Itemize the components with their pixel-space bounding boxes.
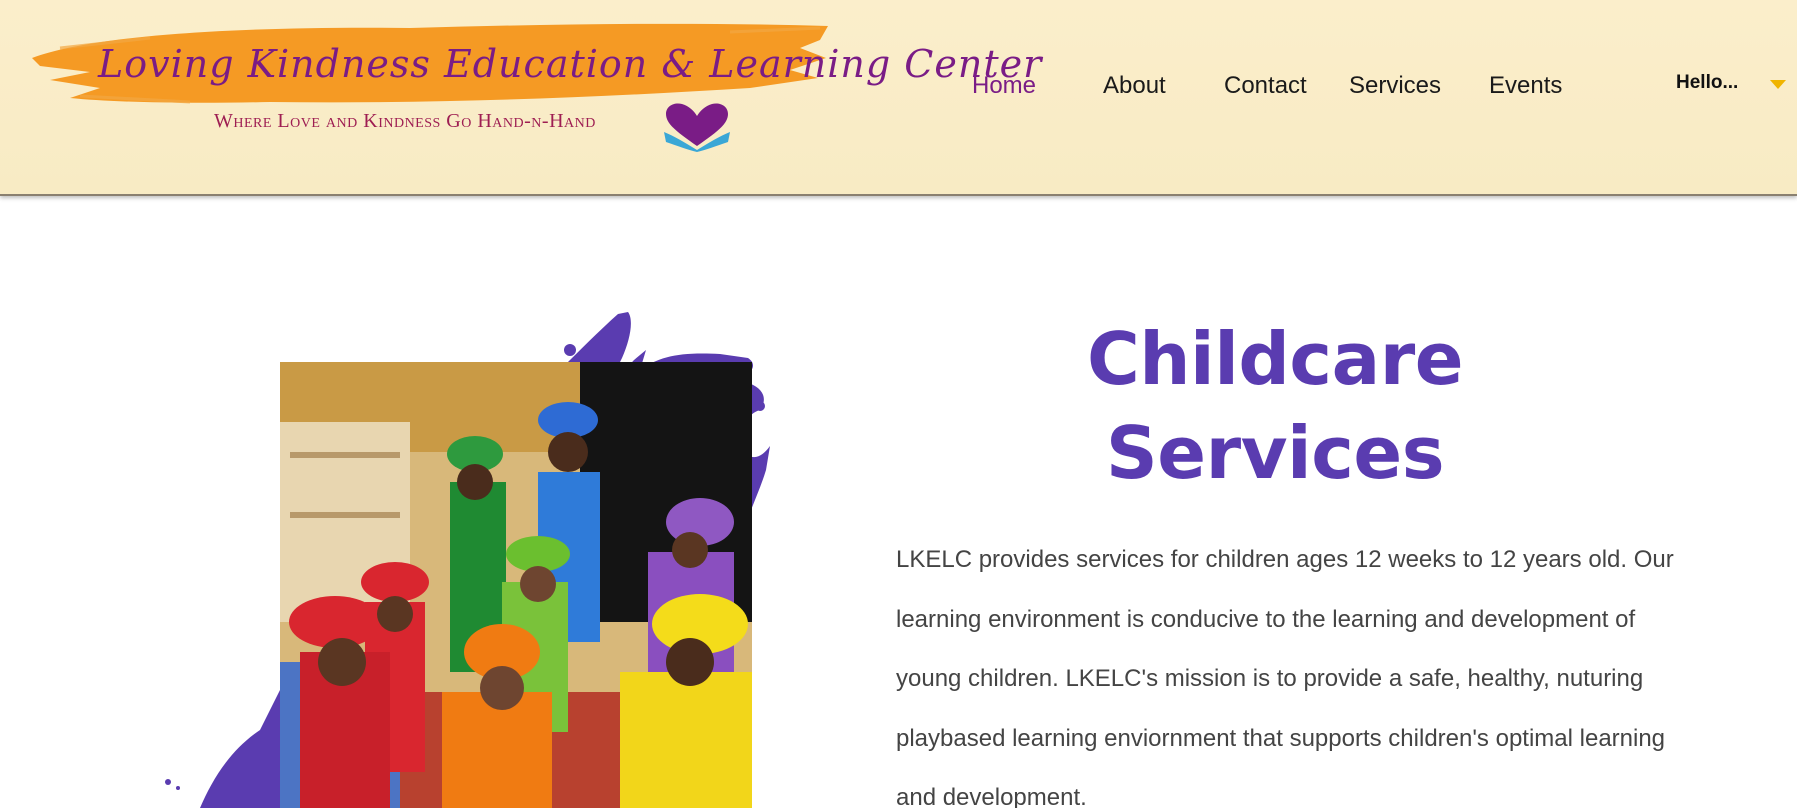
site-logo[interactable]: Loving Kindness Education & Learning Cen… xyxy=(30,18,1041,153)
site-header: Loving Kindness Education & Learning Cen… xyxy=(0,0,1797,196)
nav-item-about[interactable]: About xyxy=(1103,72,1166,100)
heart-hands-icon xyxy=(664,103,730,152)
services-description: LKELC provides services for children age… xyxy=(896,546,1674,808)
nav-item-contact[interactable]: Contact xyxy=(1224,72,1307,100)
user-menu-button[interactable]: Hello... xyxy=(1676,72,1738,94)
page-title-line2: Services xyxy=(1105,411,1445,495)
chevron-down-icon[interactable] xyxy=(1770,80,1786,90)
nav-item-home[interactable]: Home xyxy=(972,72,1036,100)
logo-tagline: Where Love and Kindness Go Hand-n-Hand xyxy=(214,110,596,132)
children-in-chef-hats-photo xyxy=(280,362,752,808)
page-title: Childcare Services xyxy=(900,312,1650,500)
page-title-line1: Childcare xyxy=(1086,317,1464,401)
logo-title: Loving Kindness Education & Learning Cen… xyxy=(98,42,1043,86)
nav-item-events[interactable]: Events xyxy=(1489,72,1562,100)
nav-item-services[interactable]: Services xyxy=(1349,72,1441,100)
